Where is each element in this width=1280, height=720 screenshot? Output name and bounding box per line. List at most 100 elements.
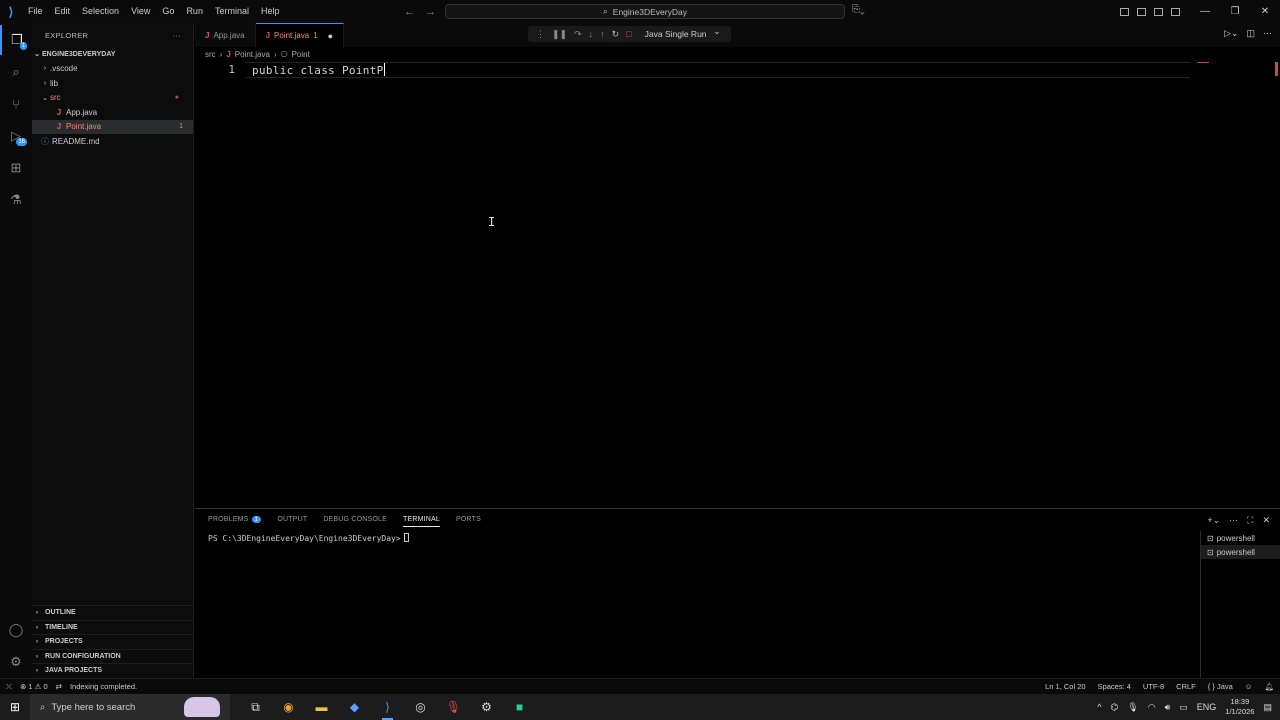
extensions-icon[interactable]: ⊞: [0, 153, 32, 183]
step-into-icon[interactable]: ↓: [589, 29, 594, 39]
tree-item-app-java[interactable]: J App.java: [32, 105, 193, 120]
menu-run[interactable]: Run: [180, 0, 209, 23]
terminal-item[interactable]: ⊡ powershell: [1201, 545, 1280, 559]
source-control-icon[interactable]: ⑂: [0, 89, 32, 119]
menu-file[interactable]: File: [22, 0, 49, 23]
new-terminal-icon[interactable]: +⌄: [1207, 515, 1220, 526]
more-actions-icon[interactable]: ···: [1229, 515, 1238, 526]
breadcrumb-folder[interactable]: src: [205, 50, 216, 59]
toggle-sidebar-icon[interactable]: [1137, 7, 1146, 16]
maximize-panel-icon[interactable]: ⛶: [1247, 515, 1253, 526]
tree-item-point-java[interactable]: J Point.java 1: [32, 119, 193, 134]
battery-icon[interactable]: ▭: [1179, 702, 1188, 713]
section-java-projects[interactable]: › JAVA PROJECTS: [32, 663, 194, 678]
microphone-icon[interactable]: 🎙︎: [1127, 702, 1138, 713]
obs-icon[interactable]: ◎: [411, 698, 430, 717]
more-actions-icon[interactable]: ···: [173, 31, 181, 40]
close-icon[interactable]: ✕: [1250, 0, 1280, 23]
encoding[interactable]: UTF-8: [1143, 682, 1164, 691]
command-center[interactable]: ⌕ Engine3DEveryDay: [445, 4, 845, 19]
tree-item-lib[interactable]: › lib: [32, 76, 193, 91]
customize-layout-icon[interactable]: [1120, 7, 1129, 16]
stop-icon[interactable]: □: [626, 29, 631, 39]
clock[interactable]: 18:39 1/1/2026: [1225, 697, 1254, 717]
minimize-icon[interactable]: —: [1190, 0, 1220, 23]
sync-icon[interactable]: ⇄: [56, 682, 62, 691]
problems-status[interactable]: ⊗ 1 ⚠ 0: [20, 682, 48, 691]
step-out-icon[interactable]: ↑: [600, 29, 605, 39]
windows-start-icon[interactable]: ⊞: [0, 700, 30, 714]
file-explorer-icon[interactable]: ▬: [312, 698, 331, 717]
forward-arrow-icon[interactable]: →: [425, 6, 436, 18]
pause-icon[interactable]: ❚❚: [552, 29, 567, 40]
restore-icon[interactable]: ❐: [1220, 0, 1250, 23]
settings-gear-icon[interactable]: ⚙: [0, 647, 32, 677]
taskbar-search-box[interactable]: ⌕ Type here to search: [30, 694, 230, 720]
search-icon[interactable]: ⌕: [0, 57, 32, 87]
step-over-icon[interactable]: ↷: [574, 29, 582, 40]
chrome-icon[interactable]: ◉: [279, 698, 298, 717]
back-arrow-icon[interactable]: ←: [404, 6, 415, 18]
toggle-secondary-sidebar-icon[interactable]: [1171, 7, 1180, 16]
section-run-configuration[interactable]: › RUN CONFIGURATION: [32, 649, 194, 664]
copilot-icon[interactable]: ⎘⌄: [852, 4, 865, 15]
close-panel-icon[interactable]: ✕: [1262, 515, 1270, 526]
explorer-icon[interactable]: ❐ 1: [0, 25, 32, 55]
cursor-position[interactable]: Ln 1, Col 20: [1045, 682, 1085, 691]
breadcrumb-symbol[interactable]: Point: [292, 50, 310, 59]
volume-icon[interactable]: 🔊︎: [1165, 702, 1171, 713]
run-debug-icon[interactable]: ▷ 16: [0, 121, 32, 151]
vscode-taskbar-icon[interactable]: ⟩: [378, 698, 397, 720]
microphone-icon[interactable]: 🎙︎: [444, 698, 463, 717]
tree-item-readme[interactable]: ⓘ README.md: [32, 134, 193, 149]
workspace-root[interactable]: ⌄ ENGINE3DEVERYDAY: [32, 47, 193, 62]
tab-output[interactable]: OUTPUT: [277, 516, 307, 527]
jetbrains-icon[interactable]: ■: [510, 698, 529, 717]
notifications-bell-icon[interactable]: 🔔︎: [1264, 682, 1274, 691]
tab-point-java[interactable]: J Point.java 1 ●: [255, 23, 345, 47]
run-icon[interactable]: ▷⌄: [1224, 28, 1238, 39]
more-actions-icon[interactable]: ···: [1263, 28, 1272, 39]
settings-gear-icon[interactable]: ⚙: [477, 698, 496, 717]
line-ending[interactable]: CRLF: [1176, 682, 1196, 691]
breadcrumb-file[interactable]: Point.java: [235, 50, 270, 59]
restart-icon[interactable]: ↻: [612, 29, 620, 40]
app-icon[interactable]: ◆: [345, 698, 364, 717]
tab-debug-console[interactable]: DEBUG CONSOLE: [323, 516, 387, 527]
tab-app-java[interactable]: J App.java: [195, 23, 256, 47]
section-outline[interactable]: › OUTLINE: [32, 605, 194, 620]
menu-view[interactable]: View: [125, 0, 156, 23]
testing-icon[interactable]: ⚗: [0, 185, 32, 215]
terminal-prompt[interactable]: PS C:\3DEngineEveryDay\Engine3DEveryDay>: [208, 533, 409, 543]
run-config-select[interactable]: Java Single Run: [645, 26, 723, 39]
menu-terminal[interactable]: Terminal: [209, 0, 255, 23]
tab-problems[interactable]: PROBLEMS 1: [208, 516, 262, 527]
notification-center-icon[interactable]: ▤: [1263, 702, 1272, 713]
unsaved-dot-icon[interactable]: ●: [328, 31, 333, 41]
copilot-status-icon[interactable]: ☺: [1245, 682, 1253, 691]
menu-help[interactable]: Help: [255, 0, 286, 23]
split-editor-icon[interactable]: ◫: [1246, 28, 1255, 39]
tree-item-src[interactable]: ⌄ src ●: [32, 91, 193, 106]
network-icon[interactable]: ⌬: [1110, 702, 1118, 713]
accounts-icon[interactable]: ◯: [0, 615, 32, 645]
task-view-icon[interactable]: ⧉: [246, 698, 265, 717]
code-editor[interactable]: 1 public class PointP I: [195, 60, 1280, 508]
toggle-panel-icon[interactable]: [1154, 7, 1163, 16]
menu-edit[interactable]: Edit: [49, 0, 77, 23]
section-projects[interactable]: › PROJECTS: [32, 634, 194, 649]
wifi-icon[interactable]: ◠: [1148, 702, 1156, 713]
section-timeline[interactable]: › TIMELINE: [32, 620, 194, 635]
menu-selection[interactable]: Selection: [76, 0, 125, 23]
drag-handle-icon[interactable]: ⋮: [536, 29, 545, 40]
tab-terminal[interactable]: TERMINAL: [402, 516, 440, 527]
tab-ports[interactable]: PORTS: [456, 516, 481, 527]
input-language[interactable]: ENG: [1197, 702, 1217, 712]
language-mode[interactable]: { } Java: [1208, 682, 1233, 691]
chevron-up-icon[interactable]: ^: [1097, 702, 1101, 712]
terminal-item[interactable]: ⊡ powershell: [1201, 531, 1280, 545]
indentation[interactable]: Spaces: 4: [1098, 682, 1131, 691]
remote-icon[interactable]: ⤫: [6, 682, 12, 692]
tree-item-vscode[interactable]: › .vscode: [32, 62, 193, 77]
menu-go[interactable]: Go: [156, 0, 180, 23]
